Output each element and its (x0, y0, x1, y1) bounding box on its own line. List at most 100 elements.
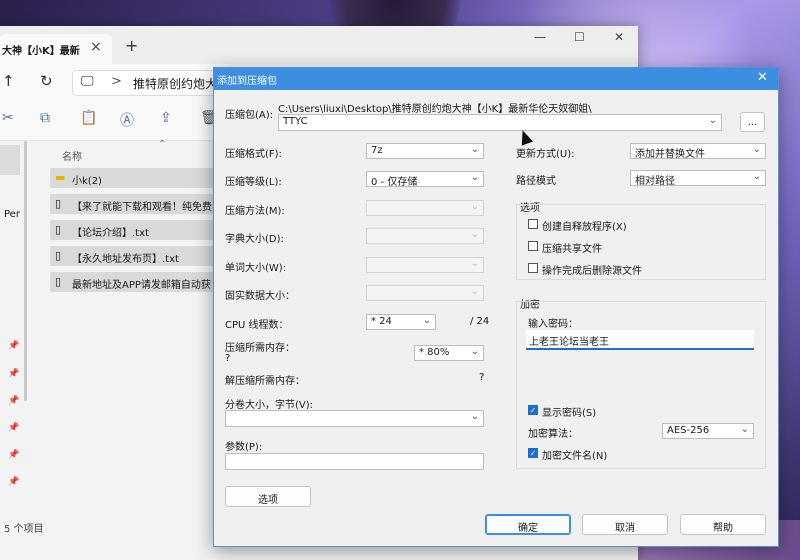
file-name: 【永久地址发布页】.txt (72, 254, 179, 265)
word-select[interactable]: ⌄ (366, 257, 484, 273)
cut-icon[interactable]: ✂ (2, 110, 14, 126)
chevron-right-icon: > (111, 74, 122, 89)
rename-icon[interactable]: Ⓐ (120, 110, 134, 130)
password-input[interactable]: 上老王论坛当老王 (526, 330, 754, 350)
chevron-down-icon: ⌄ (752, 171, 761, 182)
close-window-icon[interactable]: ✕ (614, 30, 624, 44)
params-input[interactable] (225, 453, 484, 470)
show-password-checkbox[interactable]: ✓ (528, 405, 538, 415)
archive-name-combo[interactable]: TTYC ⌄ (278, 114, 722, 131)
update-mode-label: 更新方式(U): (516, 149, 575, 160)
encrypt-names-label[interactable]: 加密文件名(N) (542, 447, 607, 462)
archive-label: 压缩包(A): (225, 110, 274, 121)
file-name: 【论坛介绍】.txt (72, 228, 149, 239)
chevron-down-icon: ⌄ (470, 258, 479, 269)
chevron-down-icon: ⌄ (470, 411, 479, 422)
dialog-titlebar: 添加到压缩包 ✕ (214, 68, 778, 90)
decompress-memory-value: ? (479, 372, 485, 383)
params-label: 参数(P): (225, 442, 263, 453)
encrypt-names-checkbox[interactable]: ✓ (528, 448, 538, 458)
cpu-total: / 24 (470, 316, 490, 327)
level-value: 0 - 仅存储 (371, 177, 418, 188)
method-select[interactable]: ⌄ (366, 200, 484, 216)
chevron-down-icon: ⌄ (470, 144, 479, 155)
up-arrow-icon[interactable]: ↑ (2, 72, 15, 90)
cancel-button[interactable]: 取消 (582, 514, 668, 535)
file-icon: ▯ (55, 275, 62, 288)
copy-icon[interactable]: ⧉ (40, 110, 50, 126)
chevron-down-icon: ⌄ (752, 144, 761, 155)
list-item[interactable]: ▯ 【永久地址发布页】.txt (50, 246, 240, 266)
cpu-value: * 24 (371, 316, 392, 327)
delete-source-checkbox[interactable] (528, 263, 538, 273)
word-label: 单词大小(W): (225, 263, 287, 274)
dict-select[interactable]: ⌄ (366, 228, 484, 244)
format-select[interactable]: 7z ⌄ (366, 143, 484, 159)
memory-unknown: ? (225, 353, 231, 364)
encryption-method-select[interactable]: AES-256 ⌄ (662, 423, 754, 439)
dict-label: 字典大小(D): (225, 234, 284, 245)
shared-files-label[interactable]: 压缩共享文件 (542, 240, 602, 255)
minimize-icon[interactable]: — (534, 30, 546, 44)
solid-select[interactable]: ⌄ (366, 285, 484, 301)
cpu-label: CPU 线程数： (225, 320, 289, 331)
explorer-tab[interactable]: 大神【小K】最新 × (0, 34, 112, 64)
nav-item-label[interactable]: Per (4, 209, 20, 220)
split-size-combo[interactable]: ⌄ (225, 410, 484, 427)
ok-button[interactable]: 确定 (485, 514, 571, 535)
sfx-checkbox[interactable] (528, 219, 538, 229)
show-password-label[interactable]: 显示密码(S) (542, 404, 596, 419)
file-name: 小k(2) (72, 176, 102, 187)
file-name: 最新地址及APP请发邮箱自动获 (72, 280, 211, 291)
maximize-icon[interactable]: ☐ (574, 30, 585, 44)
list-item[interactable]: ▯ 最新地址及APP请发邮箱自动获 (50, 272, 240, 292)
file-icon: ▯ (55, 223, 62, 236)
list-item[interactable]: ▬ 小k(2) (50, 168, 240, 188)
chevron-down-icon: ⌄ (422, 315, 431, 326)
memory-label: 压缩所需内存： (225, 343, 295, 354)
nav-selected-item[interactable] (0, 145, 20, 175)
archive-directory: C:\Users\liuxi\Desktop\推特原创约炮大神【小K】最新华伦天… (278, 104, 592, 115)
refresh-icon[interactable]: ↻ (40, 72, 53, 90)
list-item[interactable]: ▯ 【论坛介绍】.txt (50, 220, 240, 240)
list-item[interactable]: ▯ 【来了就能下载和观看！纯免费 (50, 194, 240, 214)
memory-select[interactable]: * 80% ⌄ (414, 345, 484, 361)
password-value: 上老王论坛当老王 (529, 337, 609, 348)
archive-name-value: TTYC (283, 116, 308, 127)
cpu-threads-select[interactable]: * 24 ⌄ (366, 314, 436, 330)
decompress-memory-label: 解压缩所需内存： (225, 376, 305, 387)
level-select[interactable]: 0 - 仅存储 ⌄ (366, 171, 484, 188)
column-header-name[interactable]: 名称 (62, 148, 82, 163)
sort-caret-icon: ⌃ (158, 139, 167, 150)
chevron-down-icon: ⌄ (708, 115, 717, 126)
add-to-archive-dialog: 添加到压缩包 ✕ 压缩包(A): C:\Users\liuxi\Desktop\… (213, 67, 779, 547)
chevron-down-icon: ⌄ (740, 424, 749, 435)
update-mode-select[interactable]: 添加并替换文件 ⌄ (630, 143, 766, 160)
share-icon[interactable]: ⇪ (160, 110, 172, 126)
delete-source-label[interactable]: 操作完成后删除源文件 (542, 262, 642, 277)
path-mode-label: 路径模式 (516, 176, 556, 187)
pin-icon: 📌 (8, 477, 20, 487)
nav-scrollbar[interactable] (24, 141, 27, 401)
path-mode-select[interactable]: 相对路径 ⌄ (630, 170, 766, 187)
file-name: 【来了就能下载和观看！纯免费 (72, 202, 212, 213)
chevron-down-icon: ⌄ (470, 201, 479, 212)
pin-icon: 📌 (8, 341, 20, 351)
split-label: 分卷大小，字节(V): (225, 400, 314, 411)
format-label: 压缩格式(F): (225, 149, 282, 160)
dialog-title: 添加到压缩包 (217, 76, 277, 87)
sfx-label[interactable]: 创建自释放程序(X) (542, 218, 627, 233)
options-button[interactable]: 选项 (225, 486, 311, 507)
help-button[interactable]: 帮助 (680, 514, 766, 535)
new-tab-icon[interactable]: + (125, 36, 138, 55)
explorer-titlebar: 大神【小K】最新 × + — ☐ ✕ (0, 26, 638, 64)
shared-files-checkbox[interactable] (528, 241, 538, 251)
update-mode-value: 添加并替换文件 (635, 149, 705, 160)
password-label: 输入密码： (528, 319, 578, 330)
chevron-down-icon: ⌄ (470, 286, 479, 297)
browse-button[interactable]: ... (740, 112, 765, 132)
encryption-method-value: AES-256 (667, 425, 710, 436)
paste-icon[interactable]: 📋 (80, 110, 97, 126)
tab-close-icon[interactable]: × (90, 39, 102, 55)
close-icon[interactable]: ✕ (757, 70, 768, 85)
